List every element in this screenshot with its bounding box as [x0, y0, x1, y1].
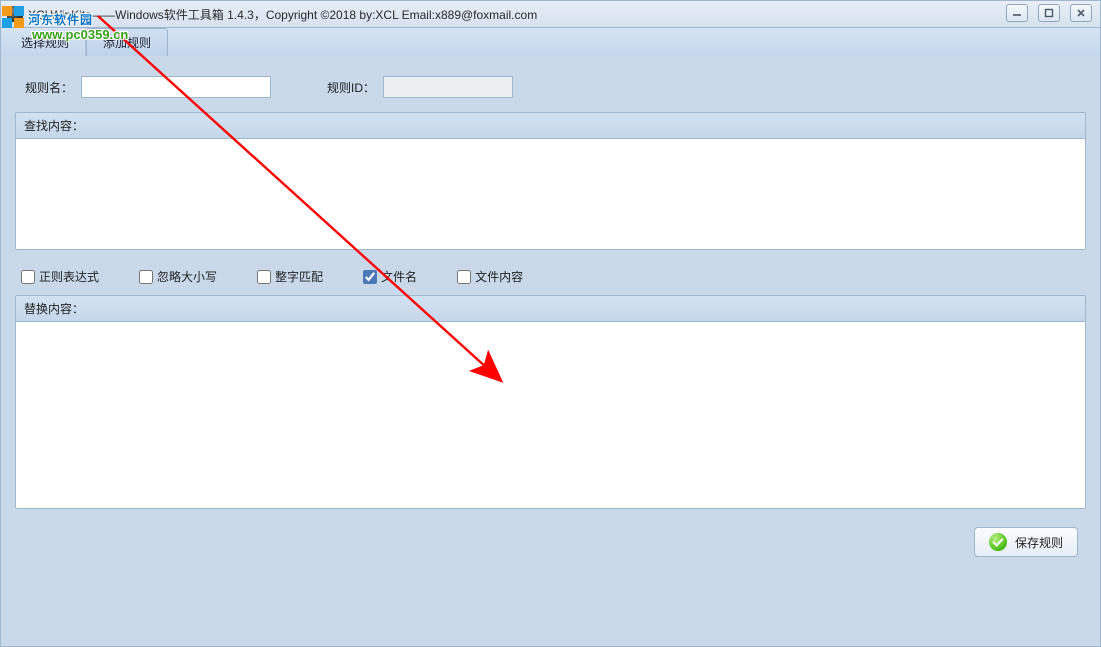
replace-textarea[interactable] — [16, 322, 1085, 508]
check-regex-label: 正则表达式 — [39, 268, 99, 285]
find-header: 查找内容： — [16, 113, 1085, 139]
client-area: 规则名： 规则ID： 查找内容： 正则表达式 忽略大小写 整字匹配 文件名 — [0, 56, 1101, 647]
check-file-content-box[interactable] — [457, 270, 471, 284]
check-file-content-label: 文件内容 — [475, 268, 523, 285]
footer: 保存规则 — [15, 521, 1086, 559]
rule-meta-row: 规则名： 规则ID： — [15, 76, 1086, 98]
options-row: 正则表达式 忽略大小写 整字匹配 文件名 文件内容 — [15, 262, 1086, 295]
check-ignore-case-label: 忽略大小写 — [157, 268, 217, 285]
minimize-button[interactable] — [1006, 4, 1028, 22]
check-file-name-box[interactable] — [363, 270, 377, 284]
check-whole-word-label: 整字匹配 — [275, 268, 323, 285]
save-rule-label: 保存规则 — [1015, 534, 1063, 551]
check-file-name[interactable]: 文件名 — [363, 268, 417, 285]
tab-add-rule[interactable]: 添加规则 — [86, 28, 168, 56]
app-icon — [7, 6, 23, 22]
check-regex[interactable]: 正则表达式 — [21, 268, 99, 285]
rule-id-label: 规则ID： — [327, 79, 375, 96]
titlebar: XCLWinKits——Windows软件工具箱 1.4.3，Copyright… — [0, 0, 1101, 28]
replace-group: 替换内容： — [15, 295, 1086, 509]
tab-select-rule[interactable]: 选择规则 — [5, 28, 86, 56]
check-circle-icon — [989, 533, 1007, 551]
check-file-name-label: 文件名 — [381, 268, 417, 285]
check-file-content[interactable]: 文件内容 — [457, 268, 523, 285]
find-group: 查找内容： — [15, 112, 1086, 250]
window-title: XCLWinKits——Windows软件工具箱 1.4.3，Copyright… — [28, 6, 537, 23]
check-ignore-case[interactable]: 忽略大小写 — [139, 268, 217, 285]
find-textarea[interactable] — [16, 139, 1085, 249]
rule-name-input[interactable] — [81, 76, 271, 98]
replace-header: 替换内容： — [16, 296, 1085, 322]
top-tabs: 选择规则 添加规则 — [0, 28, 1101, 56]
close-button[interactable] — [1070, 4, 1092, 22]
save-rule-button[interactable]: 保存规则 — [974, 527, 1078, 557]
rule-id-input — [383, 76, 513, 98]
check-ignore-case-box[interactable] — [139, 270, 153, 284]
rule-name-label: 规则名： — [25, 79, 73, 96]
window-controls — [1006, 4, 1092, 22]
check-whole-word-box[interactable] — [257, 270, 271, 284]
check-whole-word[interactable]: 整字匹配 — [257, 268, 323, 285]
maximize-button[interactable] — [1038, 4, 1060, 22]
check-regex-box[interactable] — [21, 270, 35, 284]
